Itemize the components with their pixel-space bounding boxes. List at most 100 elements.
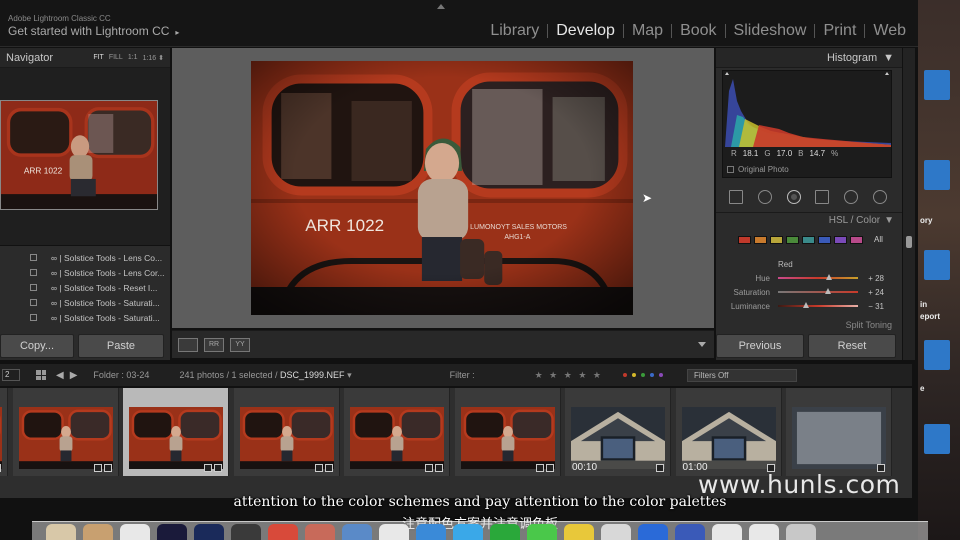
crop-tool-icon[interactable] [729,190,744,204]
color-swatch[interactable] [738,235,751,244]
filmstrip-photo-cell[interactable] [0,388,8,476]
original-photo-toggle[interactable]: Original Photo [727,165,789,174]
color-label-dot[interactable] [640,373,645,377]
luminance-slider-knob[interactable] [803,302,809,308]
histogram[interactable]: R 18.1 G 17.0 B 14.7 % Original Photo [722,70,892,178]
develop-adjusted-badge-icon[interactable] [0,464,1,472]
right-panel-scrollbar[interactable] [903,48,915,360]
messages-icon[interactable] [490,524,520,540]
app-icon[interactable] [527,524,557,540]
paste-button[interactable]: Paste [78,334,164,358]
photos-icon[interactable] [268,524,298,540]
metadata-badge-icon[interactable] [314,464,323,472]
color-swatch[interactable] [770,235,783,244]
zoom-fit[interactable]: FIT [93,54,104,62]
collapse-triangle-icon[interactable]: ▼ [884,215,894,226]
navigator-thumbnail[interactable]: ARR 1022 [0,100,158,210]
red-eye-icon[interactable] [786,190,801,204]
desktop-file-icon[interactable] [924,424,950,454]
navigator-preview[interactable]: ARR 1022 [0,68,170,246]
hue-value[interactable]: + 28 [858,274,884,283]
filmstrip-photo-cell[interactable] [454,388,561,476]
split-toning-header[interactable]: Split Toning [716,320,902,330]
module-web[interactable]: Web [865,22,914,40]
module-print[interactable]: Print [815,22,864,40]
desktop-file-icon[interactable] [924,340,950,370]
module-develop[interactable]: Develop [548,22,623,40]
app-icon[interactable] [305,524,335,540]
main-photo[interactable]: ARR 1022 LUMONOYT SALES MOTORS AHG1-A [251,61,633,315]
saturation-slider[interactable] [778,288,858,294]
desktop-file-icon[interactable] [924,250,950,280]
develop-adjusted-badge-icon[interactable] [324,464,333,472]
preset-item[interactable]: ∞ | Solstice Tools - Saturati... [0,295,170,310]
color-swatch[interactable] [802,235,815,244]
original-photo-checkbox[interactable] [727,166,734,173]
color-swatch[interactable] [754,235,767,244]
before-after-swap-icon[interactable]: YY [230,337,250,352]
filmstrip-photo-cell[interactable] [123,388,229,476]
color-label-dot[interactable] [631,373,636,377]
hsl-header[interactable]: HSL / Color ▼ [716,212,902,228]
develop-adjusted-badge-icon[interactable] [545,464,554,472]
photo-thumbnail[interactable] [18,407,113,469]
preset-item[interactable]: ∞ | Solstice Tools - Saturati... [0,310,170,325]
previous-button[interactable]: Previous [716,334,804,358]
zoom-fill[interactable]: FILL [109,54,123,62]
module-map[interactable]: Map [624,22,671,40]
image-canvas[interactable]: ARR 1022 LUMONOYT SALES MOTORS AHG1-A ➤ [172,48,714,328]
module-library[interactable]: Library [482,22,547,40]
finder-icon[interactable] [46,524,76,540]
color-swatch[interactable] [818,235,831,244]
photo-thumbnail[interactable] [460,407,555,469]
app-icon[interactable] [379,524,409,540]
forward-arrow-icon[interactable]: ▶ [70,370,78,381]
preset-item[interactable]: ∞ | Solstice Tools - Lens Co... [0,250,170,265]
source-folder[interactable]: Folder : 03-24 [93,370,149,380]
video-thumbnail[interactable] [571,407,665,469]
metadata-badge-icon[interactable] [204,464,212,472]
module-book[interactable]: Book [672,22,724,40]
app-icon[interactable] [601,524,631,540]
desktop-file-icon[interactable] [924,70,950,100]
navigator-header[interactable]: Navigator FIT FILL 1:1 1:16 ⬍ [0,48,170,68]
before-after-icon[interactable]: RR [204,337,224,352]
color-swatch[interactable] [850,235,863,244]
copy-button[interactable]: Copy... [0,334,74,358]
lightroom-icon[interactable] [157,524,187,540]
develop-adjusted-badge-icon[interactable] [435,464,443,472]
adjustment-brush-icon[interactable] [872,190,887,204]
grid-view-icon[interactable] [36,370,46,380]
hue-slider[interactable] [778,274,858,280]
filmstrip-photo-cell[interactable] [786,388,892,476]
spot-removal-icon[interactable] [757,190,772,204]
desktop-file-icon[interactable] [924,160,950,190]
calendar-icon[interactable] [120,524,150,540]
preset-item[interactable]: ∞ | Solstice Tools - Reset I... [0,280,170,295]
metadata-badge-icon[interactable] [535,464,544,472]
graduated-filter-icon[interactable] [815,190,830,204]
collapse-triangle-icon[interactable]: ▼ [883,52,894,64]
app-icon[interactable] [749,524,779,540]
saturation-slider-knob[interactable] [824,288,831,294]
color-label-dot[interactable] [622,373,627,377]
reset-button[interactable]: Reset [808,334,896,358]
color-label-dot[interactable] [658,373,663,377]
trash-icon[interactable] [786,524,816,540]
app-store-icon[interactable] [416,524,446,540]
scrollbar-thumb[interactable] [906,236,912,248]
metadata-badge-icon[interactable] [425,464,433,472]
photo-thumbnail[interactable] [129,407,223,469]
photo-thumbnail[interactable] [0,407,2,469]
app-icon[interactable] [231,524,261,540]
photo-thumbnail[interactable] [350,407,444,469]
app-icon[interactable] [564,524,594,540]
color-label-dot[interactable] [649,373,654,377]
identity-plate[interactable]: Get started with Lightroom CC ▸ [8,24,179,38]
radial-filter-icon[interactable] [843,190,858,204]
app-icon[interactable] [342,524,372,540]
star-filter[interactable]: ★ ★ ★ ★ ★ [535,370,603,381]
photoshop-icon[interactable] [194,524,224,540]
filmstrip-photo-cell[interactable] [344,388,450,476]
hue-slider-knob[interactable] [826,274,833,280]
